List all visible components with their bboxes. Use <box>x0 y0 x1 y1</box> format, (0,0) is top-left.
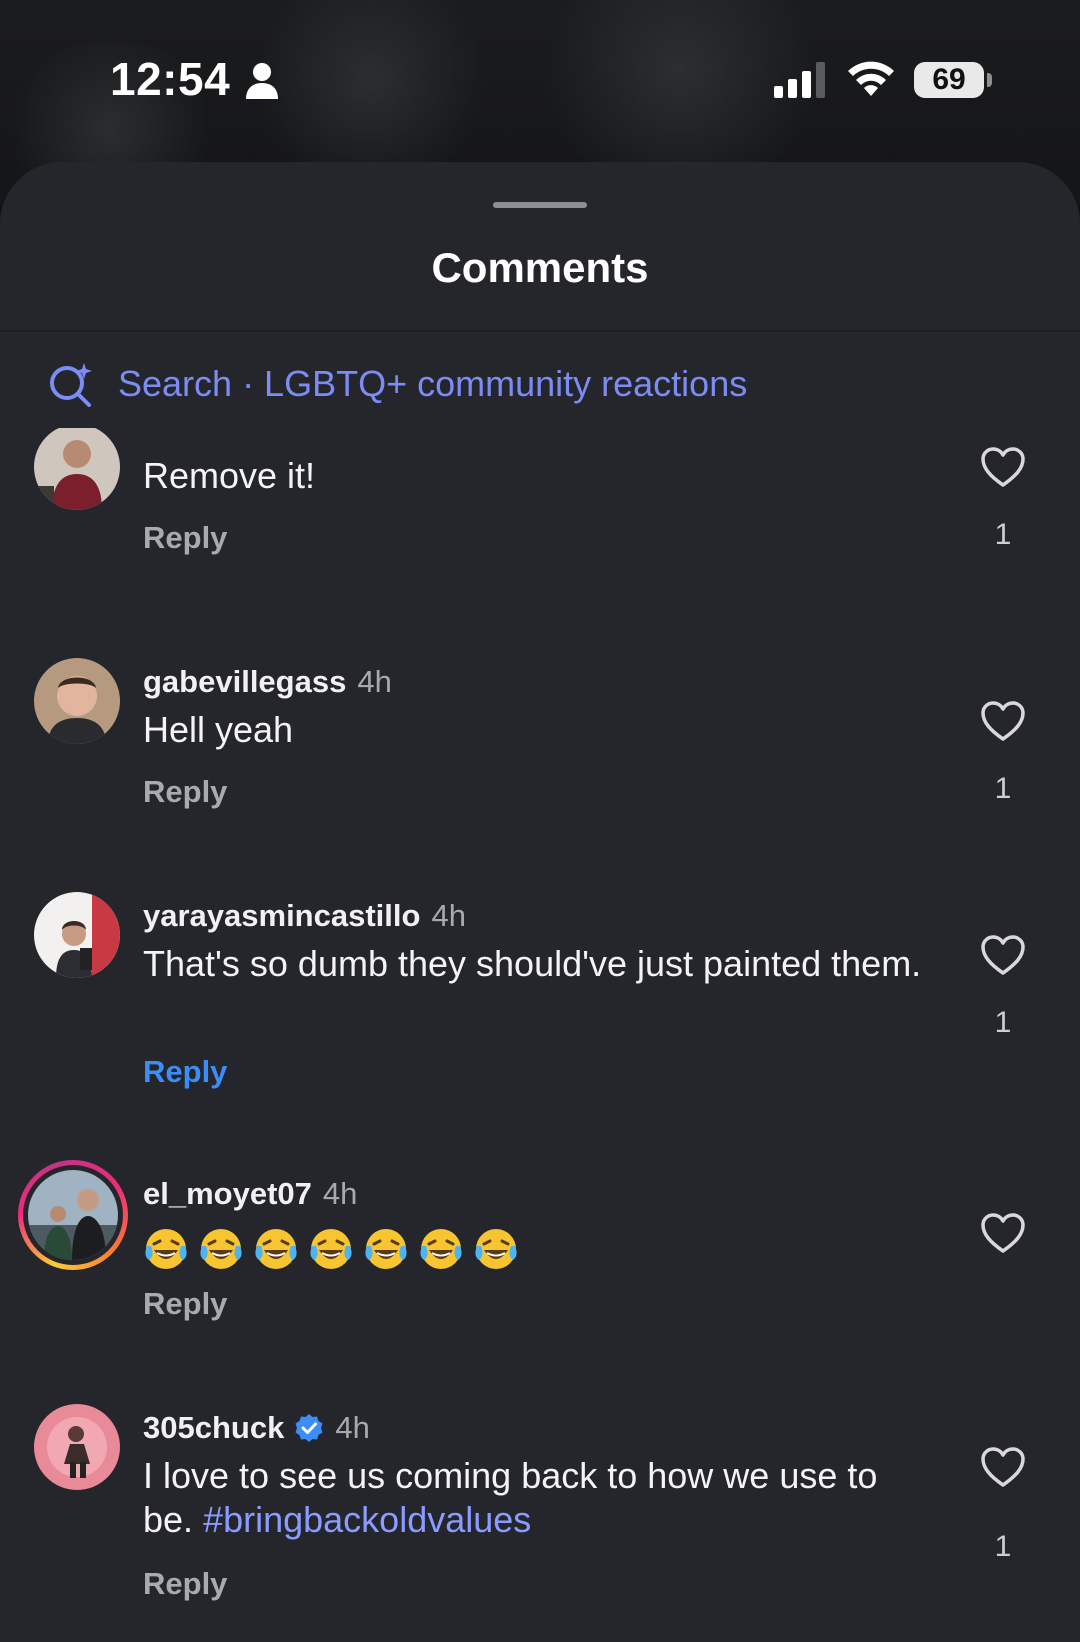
reply-button[interactable]: Reply <box>143 1054 227 1090</box>
sheet-title: Comments <box>431 244 649 291</box>
avatar[interactable] <box>34 428 120 510</box>
search-suggestion-label: Search · LGBTQ+ community reactions <box>118 363 748 404</box>
comment-username[interactable]: el_moyet07 <box>143 1176 312 1212</box>
comment-meta: gabevillegass 4h <box>143 664 392 700</box>
battery-indicator: 69 <box>914 62 984 98</box>
comment-text: I love to see us coming back to how we u… <box>143 1454 923 1542</box>
story-ring[interactable] <box>18 1160 128 1270</box>
status-time: 12:54 <box>110 53 231 105</box>
heart-icon[interactable] <box>980 446 1026 488</box>
status-bar: 12:54 69 <box>0 0 1080 160</box>
comment-text: That's so dumb they should've just paint… <box>143 943 922 984</box>
comment-username[interactable]: yarayasmincastillo <box>143 898 420 934</box>
comment-time: 4h <box>357 664 392 699</box>
sheet-grabber[interactable] <box>493 202 587 208</box>
comment-meta: 305chuck 4h <box>143 1410 370 1446</box>
like-count: 1 <box>994 518 1012 551</box>
laughing-tears-emoji <box>310 1229 352 1269</box>
comment-time: 4h <box>322 1176 358 1211</box>
verified-badge-icon <box>295 1414 323 1442</box>
comment-time: 4h <box>335 1410 370 1445</box>
comments-sheet: Comments Search · LGBTQ+ community react… <box>0 162 1080 1642</box>
comment-meta: el_moyet07 4h <box>143 1176 357 1212</box>
laughing-tears-emoji <box>365 1229 407 1269</box>
like-count: 1 <box>994 772 1012 805</box>
emoji-row <box>143 1226 923 1272</box>
signal-icon <box>774 62 825 98</box>
laughing-tears-emoji <box>420 1229 462 1269</box>
like-count: 1 <box>994 1530 1012 1563</box>
header-divider <box>0 330 1080 332</box>
comment-meta: yarayasmincastillo 4h <box>143 898 466 934</box>
wifi-icon <box>848 61 894 96</box>
heart-icon[interactable] <box>980 1446 1026 1488</box>
comment-emoji-text <box>143 1222 923 1272</box>
heart-icon[interactable] <box>980 700 1026 742</box>
search-sparkle-icon <box>50 363 92 407</box>
hashtag-link[interactable]: #bringbackoldvalues <box>203 1499 531 1540</box>
like-count: 1 <box>994 1006 1012 1039</box>
comment-text: Hell yeah <box>143 709 294 750</box>
heart-icon[interactable] <box>980 1212 1026 1254</box>
avatar[interactable] <box>34 1404 120 1490</box>
reply-button[interactable]: Reply <box>143 1286 227 1322</box>
laughing-tears-emoji <box>475 1229 517 1269</box>
laughing-tears-emoji <box>200 1229 242 1269</box>
avatar[interactable] <box>34 658 120 744</box>
laughing-tears-emoji <box>255 1229 297 1269</box>
heart-icon[interactable] <box>980 934 1026 976</box>
laughing-tears-emoji <box>145 1229 187 1269</box>
comment-time: 4h <box>431 898 466 933</box>
avatar[interactable] <box>34 892 120 978</box>
person-icon <box>246 63 278 99</box>
comment-username[interactable]: gabevillegass <box>143 664 346 700</box>
reply-button[interactable]: Reply <box>143 774 227 810</box>
avatar <box>28 1170 118 1260</box>
reply-button[interactable]: Reply <box>143 520 227 556</box>
comment-username[interactable]: 305chuck <box>143 1410 284 1446</box>
search-suggestion[interactable]: Search · LGBTQ+ community reactions <box>48 354 747 414</box>
reply-button[interactable]: Reply <box>143 1566 227 1602</box>
comment-text: Remove it! <box>143 455 316 496</box>
battery-tip <box>987 73 992 87</box>
